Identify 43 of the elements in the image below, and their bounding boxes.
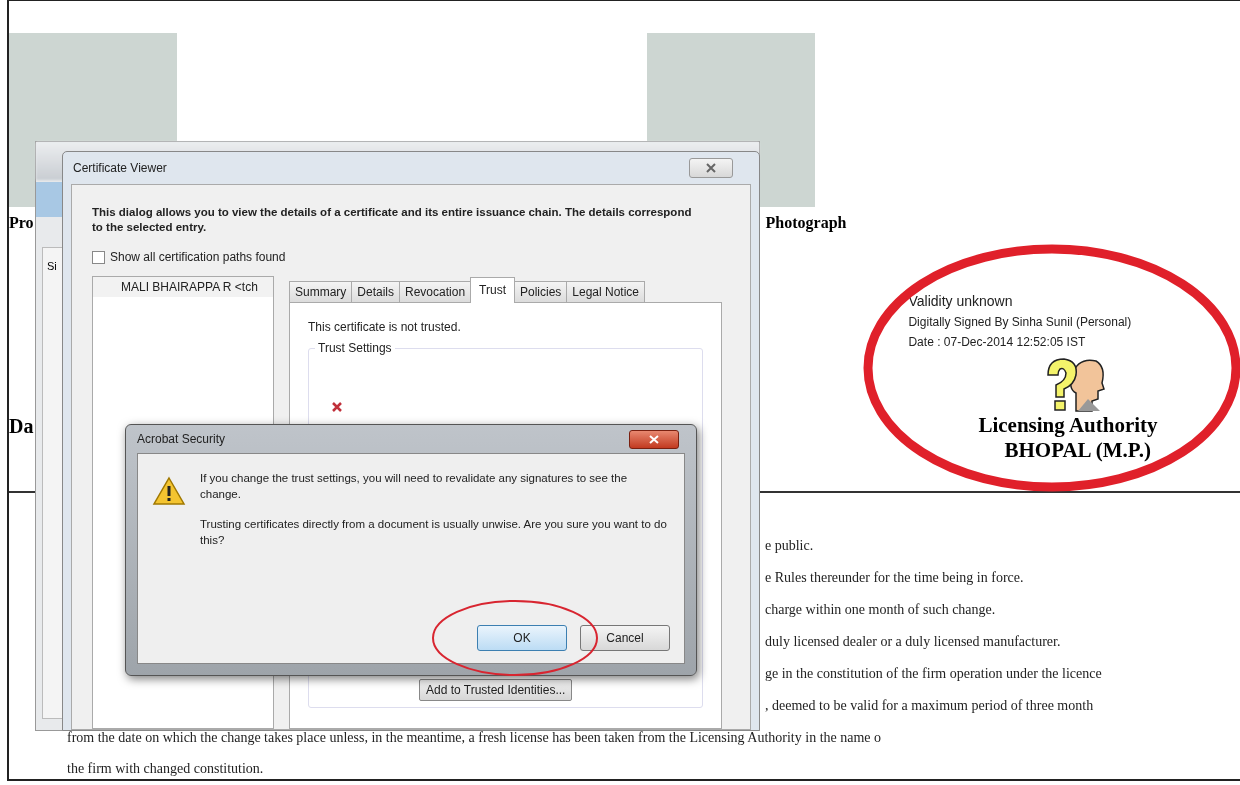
- tab[interactable]: Revocation: [399, 281, 472, 302]
- document-text: e public.: [765, 537, 815, 555]
- cancel-button[interactable]: Cancel: [580, 625, 670, 651]
- tab[interactable]: Policies: [513, 281, 568, 302]
- signature-date: Date : 07-Dec-2014 12:52:05 IST: [908, 334, 1087, 349]
- document-text: from the date on which the change takes place unless, in the meantime, a fresh license has been taken from the Licensing Authority in the name o: [67, 729, 883, 747]
- panel-tab[interactable]: Si: [47, 260, 57, 272]
- document-text: the firm with changed constitution.: [67, 760, 265, 778]
- tab[interactable]: Summary: [289, 281, 353, 302]
- dialog-message: If you change the trust settings, you will need to revalidate any signatures to see the change.: [200, 471, 629, 502]
- ok-button[interactable]: OK: [477, 625, 567, 651]
- panel-strip: [36, 182, 63, 217]
- cross-icon: [331, 401, 343, 413]
- authority-text: Licensing Authority: [978, 412, 1159, 438]
- document-text: , deemed to be valid for a maximum period of three month: [765, 697, 1095, 715]
- signer-text: Digitally Signed By Sinha Sunil (Personal): [908, 314, 1133, 329]
- close-icon: [649, 434, 659, 444]
- checkbox-label[interactable]: Show all certification paths found: [110, 250, 286, 264]
- signature-status: Validity unknown: [908, 292, 1014, 309]
- warning-icon: [152, 476, 186, 506]
- side-label: Da: [9, 414, 34, 439]
- trust-status-text: This certificate is not trusted.: [308, 320, 462, 334]
- close-icon: [706, 163, 716, 173]
- group-title: Trust Settings: [315, 341, 395, 355]
- document-text: duly licensed dealer or a duly licensed manufacturer.: [765, 633, 1062, 651]
- tab[interactable]: Legal Notice: [566, 281, 646, 302]
- add-trusted-button[interactable]: Add to Trusted Identities...: [419, 679, 573, 701]
- checkbox[interactable]: [92, 250, 105, 264]
- dialog-title: Acrobat Security: [137, 432, 226, 446]
- caption-text: Photograph: [765, 213, 847, 232]
- dialog-title: Certificate Viewer: [73, 161, 167, 175]
- close-button[interactable]: [629, 429, 679, 449]
- authority-text: BHOPAL (M.P.): [1004, 437, 1152, 463]
- caption-text: Pro: [9, 213, 34, 232]
- chain-entry[interactable]: MALI BHAIRAPPA R <tch: [93, 277, 273, 297]
- close-button[interactable]: [689, 158, 733, 178]
- tab[interactable]: Trust: [470, 277, 515, 303]
- document-text: ge in the constitution of the firm operation under the licence: [765, 665, 1103, 683]
- dialog-description: This dialog allows you to view the details of a certificate and its entire issuance chain. The details correspond to the selected entry.: [92, 205, 693, 235]
- document-text: e Rules thereunder for the time being in force.: [765, 569, 1025, 587]
- tab[interactable]: Details: [351, 281, 401, 302]
- dialog-message: Trusting certificates directly from a document is usually unwise. Are you sure you want to do this?: [200, 517, 668, 548]
- document-text: charge within one month of such change.: [765, 601, 997, 619]
